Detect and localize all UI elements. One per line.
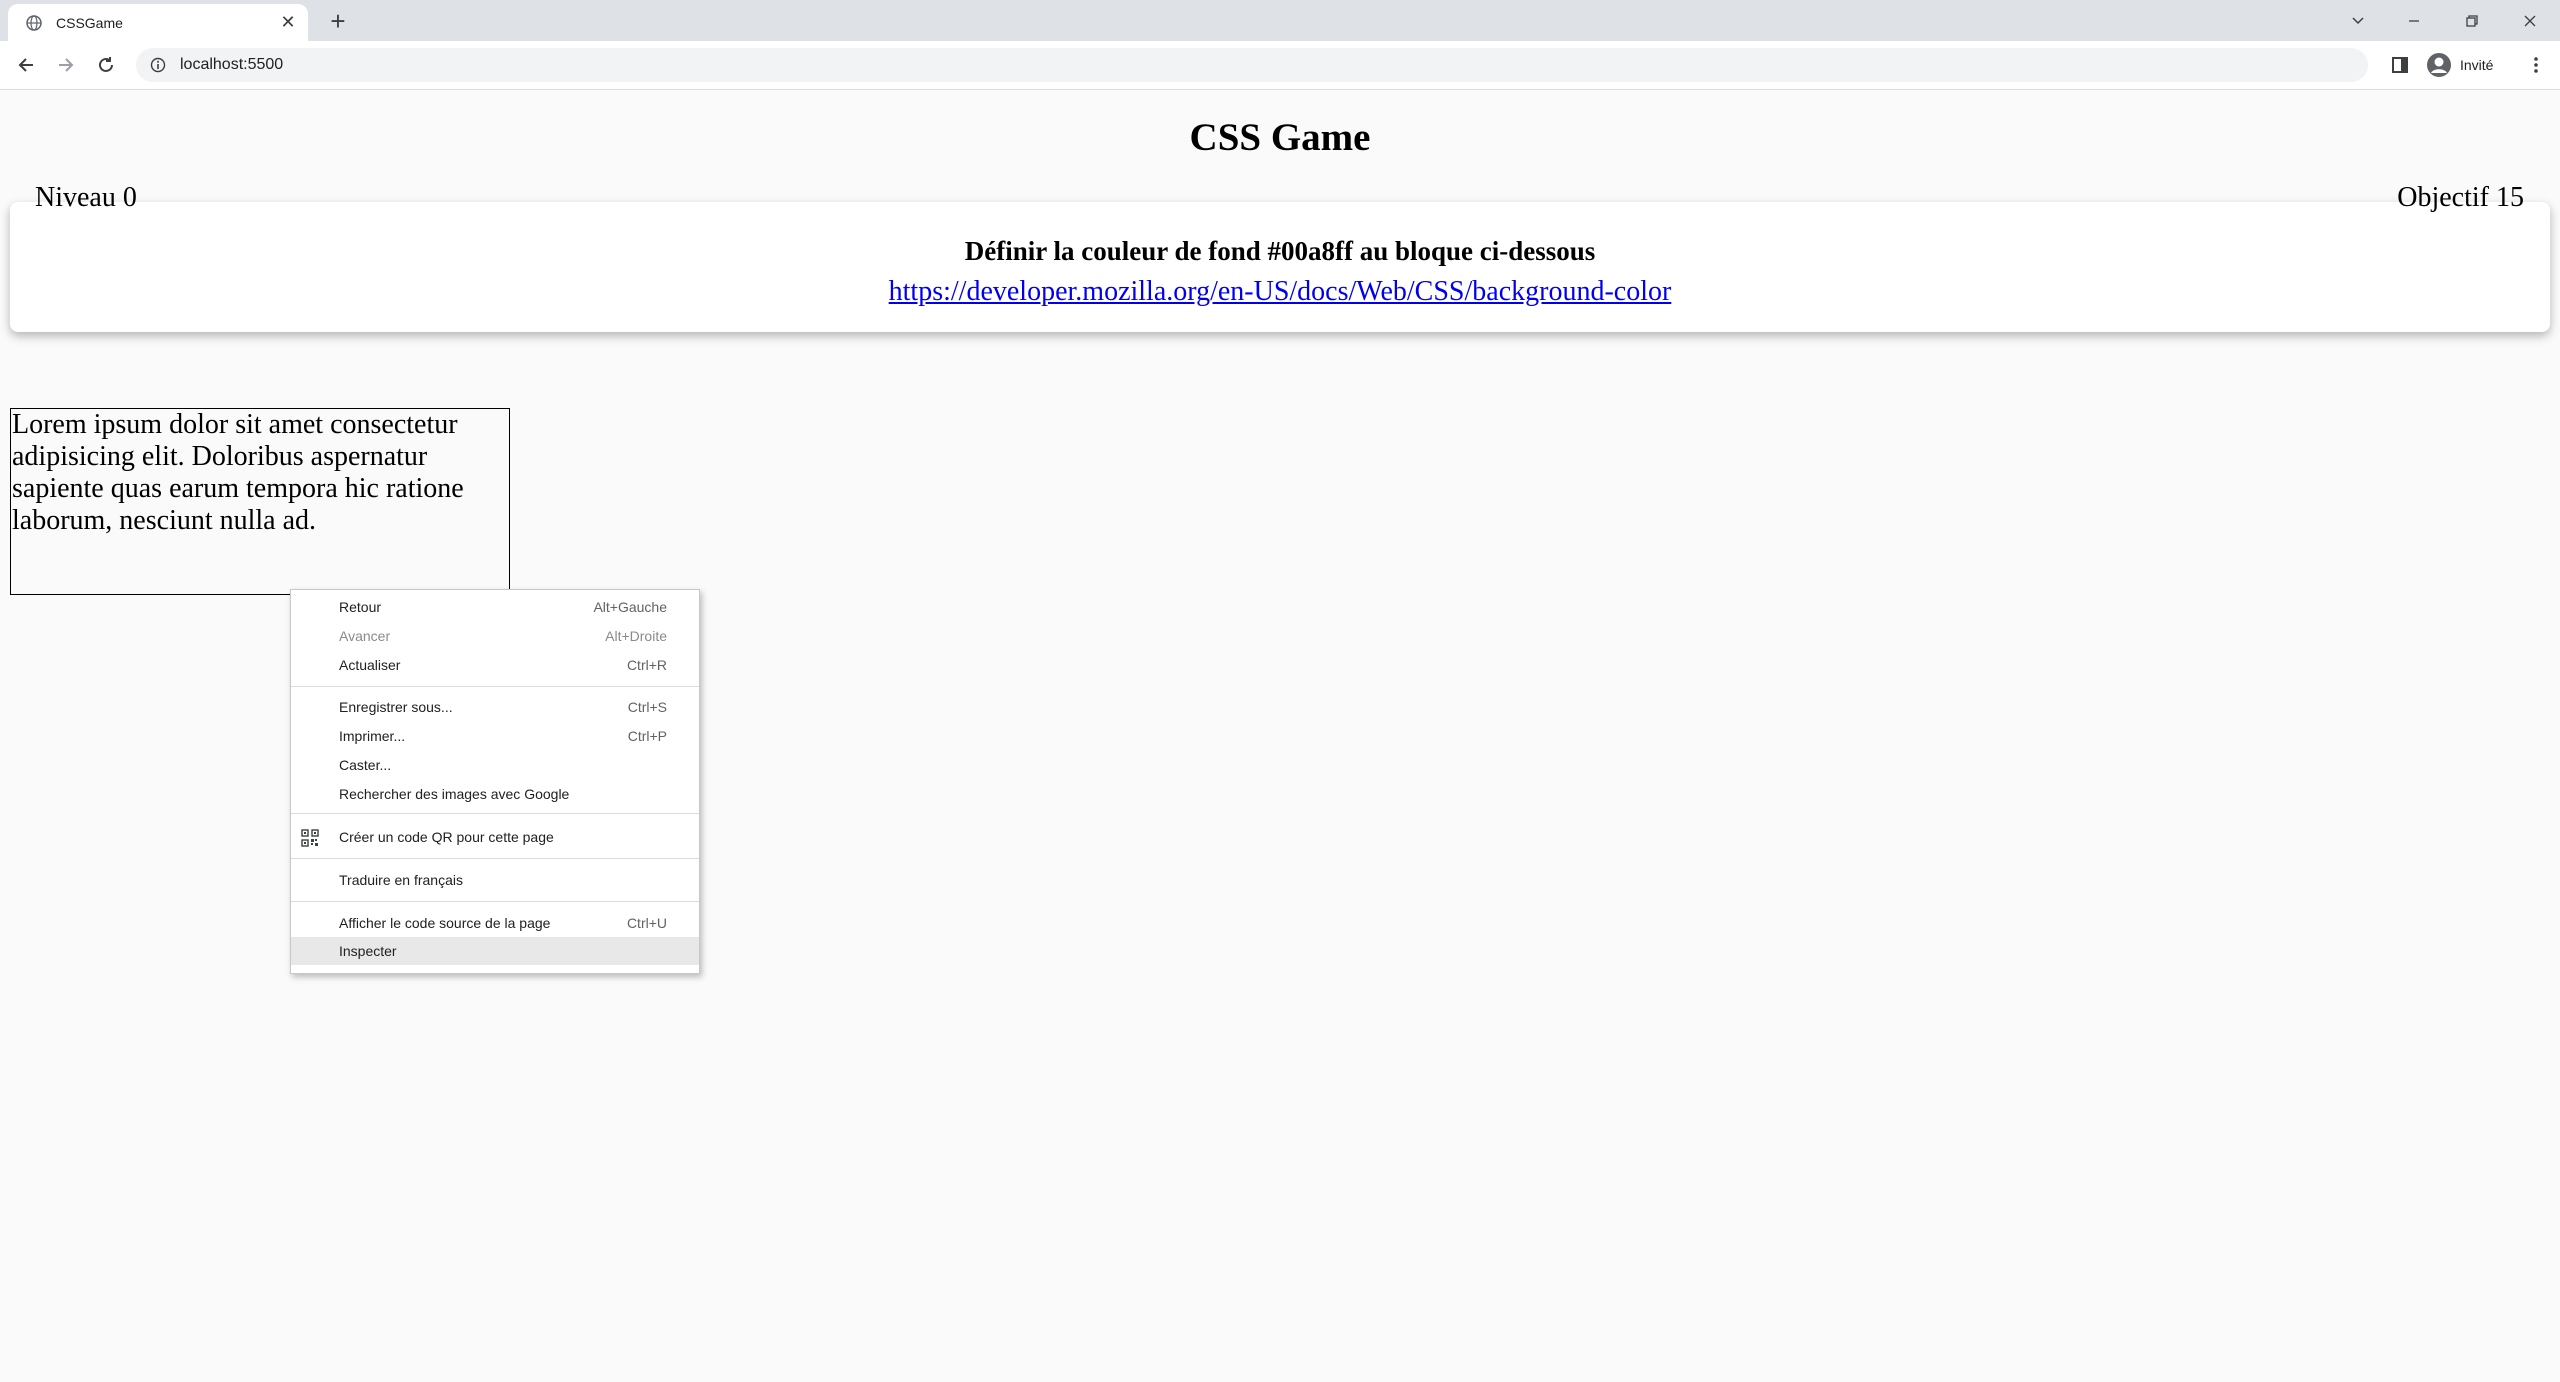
task-instruction: Définir la couleur de fond #00a8ff au bl… [964,236,1596,266]
menu-item-view-source[interactable]: Afficher le code source de la page Ctrl+… [291,909,699,937]
profile-label: Invité [2460,57,2494,73]
menu-item-print[interactable]: Imprimer... Ctrl+P [291,722,699,750]
page-title: CSS Game [1189,116,1371,159]
reload-icon[interactable] [90,49,122,81]
menu-item-save-as[interactable]: Enregistrer sous... Ctrl+S [291,693,699,721]
menu-separator [291,858,699,859]
menu-item-create-qr[interactable]: Créer un code QR pour cette page [291,823,699,851]
task-card [10,202,2550,332]
site-info-icon[interactable] [148,55,168,75]
globe-icon [24,13,44,33]
avatar-icon [2426,52,2452,78]
target-block: Lorem ipsum dolor sit amet consectetur a… [10,408,510,595]
menu-separator [291,901,699,902]
restore-icon[interactable] [2444,0,2500,41]
menu-item-back[interactable]: Retour Alt+Gauche [291,593,699,621]
address-bar[interactable]: localhost:5500 [136,48,2368,82]
chevron-down-icon[interactable] [2330,0,2386,41]
forward-arrow-icon[interactable] [50,49,82,81]
side-panel-icon[interactable] [2384,49,2416,81]
browser-toolbar: localhost:5500 Invité [0,41,2560,90]
menu-item-cast[interactable]: Caster... [291,751,699,779]
close-icon[interactable] [2502,0,2558,41]
context-menu: Retour Alt+Gauche Avancer Alt+Droite Act… [290,589,700,974]
level-indicator: Niveau 0 [35,182,137,213]
tab-title: CSSGame [56,14,123,31]
tab-cssgame[interactable]: CSSGame ✕ [8,4,308,41]
tab-close-icon[interactable]: ✕ [274,9,302,37]
back-arrow-icon[interactable] [10,49,42,81]
qr-code-icon [301,829,319,847]
tab-strip: CSSGame ✕ + [0,0,2560,41]
kebab-menu-icon[interactable] [2520,49,2552,81]
menu-item-inspect[interactable]: Inspecter [291,937,699,965]
menu-separator [291,686,699,687]
url-text: localhost:5500 [180,56,284,73]
objective-indicator: Objectif 15 [2397,182,2524,213]
menu-item-search-images-google[interactable]: Rechercher des images avec Google [291,780,699,808]
profile-button[interactable]: Invité [2420,48,2512,82]
new-tab-button[interactable]: + [322,6,354,36]
task-link-wrapper: https://developer.mozilla.org/en-US/docs… [0,276,2560,308]
menu-item-reload[interactable]: Actualiser Ctrl+R [291,651,699,679]
minimize-icon[interactable] [2386,0,2442,41]
menu-item-forward[interactable]: Avancer Alt+Droite [291,622,699,650]
mdn-docs-link[interactable]: https://developer.mozilla.org/en-US/docs… [889,276,1672,307]
menu-item-translate[interactable]: Traduire en français [291,866,699,894]
menu-separator [291,813,699,814]
